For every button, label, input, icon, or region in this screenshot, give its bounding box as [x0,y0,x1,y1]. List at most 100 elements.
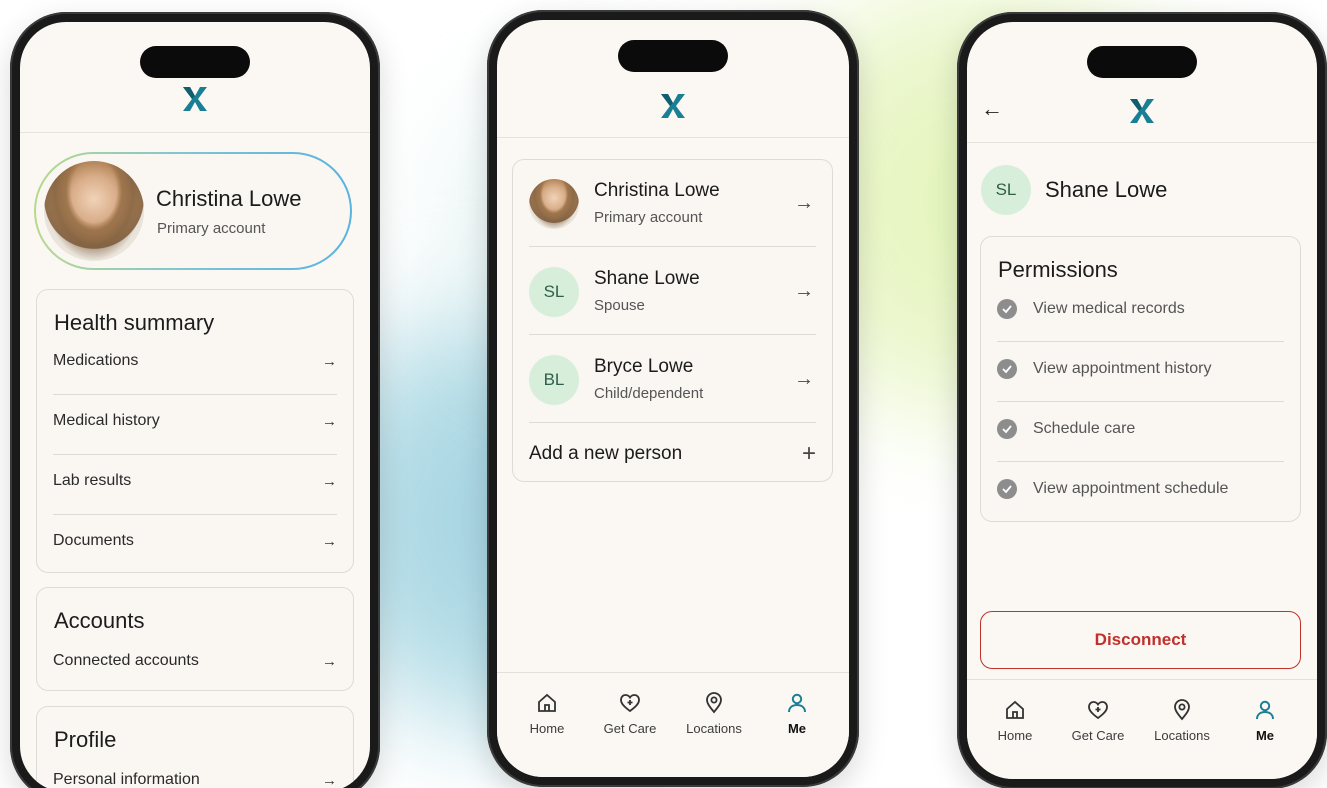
section-title: Profile [54,727,117,752]
permission-item: View appointment history [997,359,1284,379]
avatar-photo [44,161,144,261]
bottom-nav: Home Get Care Locations Me [497,672,849,777]
list-item-lab-results[interactable]: Lab results → [53,472,337,490]
arrow-right-icon: → [794,280,814,302]
phone-permissions: ← SL Shane Lowe Permissions View medical… [957,12,1327,788]
person-name: Shane Lowe [594,268,700,289]
person-row[interactable]: BL Bryce Lowe Child/dependent → [529,352,816,408]
camera-notch [1087,46,1197,78]
heart-plus-icon [620,694,640,713]
person-role: Child/dependent [594,385,704,402]
add-person-button[interactable]: Add a new person + [529,438,816,470]
location-pin-icon [706,692,722,714]
permission-item: View medical records [997,299,1284,319]
profile-card[interactable]: Christina Lowe Primary account [34,152,352,270]
phone-connected-people: Christina Lowe Primary account → SL Shan… [487,10,859,787]
permission-label: View appointment schedule [1033,480,1229,497]
nav-label: Get Care [603,721,657,736]
arrow-right-icon: → [322,652,337,670]
checkmark-icon [997,479,1017,499]
permission-label: View medical records [1033,300,1185,317]
nav-item-locations[interactable]: Locations [1142,698,1222,743]
checkmark-icon [997,359,1017,379]
list-item-connected-accounts[interactable]: Connected accounts → [53,652,337,670]
permission-label: Schedule care [1033,420,1136,437]
arrow-right-icon: → [794,368,814,390]
brand-logo-icon [181,86,209,112]
item-label: Medical history [53,412,160,429]
plus-icon: + [801,440,816,467]
heart-plus-icon [1088,701,1108,720]
person-role: Spouse [594,297,645,314]
avatar-photo [529,179,579,229]
section-title: Accounts [54,608,145,633]
person-role: Primary account [594,209,703,226]
people-card: Christina Lowe Primary account → SL Shan… [512,159,833,482]
back-button[interactable]: ← [981,96,1003,122]
disconnect-button[interactable]: Disconnect [980,611,1301,669]
home-icon [1006,700,1024,719]
avatar-initials: SL [529,267,579,317]
nav-label: Locations [1154,728,1210,743]
nav-item-home[interactable]: Home [507,691,587,736]
nav-label: Me [787,721,807,736]
nav-label: Me [1255,728,1275,743]
person-icon [1256,700,1274,720]
permissions-card: Permissions View medical records View ap… [980,236,1301,522]
profile-section-card: Profile Personal information → [36,706,354,788]
phone-screen: Christina Lowe Primary account Health su… [20,22,370,788]
phone-health-summary: Christina Lowe Primary account Health su… [10,12,380,788]
nav-item-me[interactable]: Me [1225,698,1305,743]
brand-logo-icon [659,93,687,119]
profile-subtitle: Primary account [157,220,266,237]
list-item-medical-history[interactable]: Medical history → [53,412,337,430]
person-row[interactable]: Christina Lowe Primary account → [529,176,816,232]
phone-screen: Christina Lowe Primary account → SL Shan… [497,20,849,777]
arrow-right-icon: → [322,412,337,430]
nav-label: Get Care [1071,728,1125,743]
item-label: Medications [53,352,139,369]
nav-label: Home [529,721,565,736]
permission-item: View appointment schedule [997,479,1284,499]
item-label: Personal information [53,771,200,788]
checkmark-icon [997,299,1017,319]
health-summary-card: Health summary Medications → Medical hist… [36,289,354,573]
nav-item-me[interactable]: Me [757,691,837,736]
arrow-right-icon: → [322,352,337,370]
person-name: Shane Lowe [1045,177,1168,202]
home-icon [538,693,556,712]
section-title: Permissions [998,257,1118,282]
list-item-documents[interactable]: Documents → [53,532,337,550]
arrow-right-icon: → [794,192,814,214]
nav-item-locations[interactable]: Locations [674,691,754,736]
person-row[interactable]: SL Shane Lowe Spouse → [529,264,816,320]
nav-label: Home [997,728,1033,743]
avatar-initials: SL [981,165,1031,215]
permission-label: View appointment history [1033,360,1212,377]
brand-logo-icon [1128,98,1156,124]
person-name: Bryce Lowe [594,356,694,377]
list-item-medications[interactable]: Medications → [53,352,337,370]
profile-name: Christina Lowe [156,186,302,211]
arrow-right-icon: → [322,771,337,788]
phone-screen: ← SL Shane Lowe Permissions View medical… [967,22,1317,779]
add-person-label: Add a new person [529,443,683,464]
section-title: Health summary [54,310,215,335]
avatar-initials: BL [529,355,579,405]
nav-item-home[interactable]: Home [975,698,1055,743]
accounts-card: Accounts Connected accounts → [36,587,354,691]
item-label: Connected accounts [53,652,199,669]
permission-item: Schedule care [997,419,1284,439]
location-pin-icon [1174,699,1190,721]
nav-item-get-care[interactable]: Get Care [1058,698,1138,743]
arrow-right-icon: → [322,472,337,490]
nav-item-get-care[interactable]: Get Care [590,691,670,736]
bottom-nav: Home Get Care Locations Me [967,679,1317,779]
list-item-personal-information[interactable]: Personal information → [53,771,337,788]
person-name: Christina Lowe [594,180,720,201]
item-label: Lab results [53,472,132,489]
camera-notch [140,46,250,78]
camera-notch [618,40,728,72]
arrow-right-icon: → [322,532,337,550]
item-label: Documents [53,532,134,549]
